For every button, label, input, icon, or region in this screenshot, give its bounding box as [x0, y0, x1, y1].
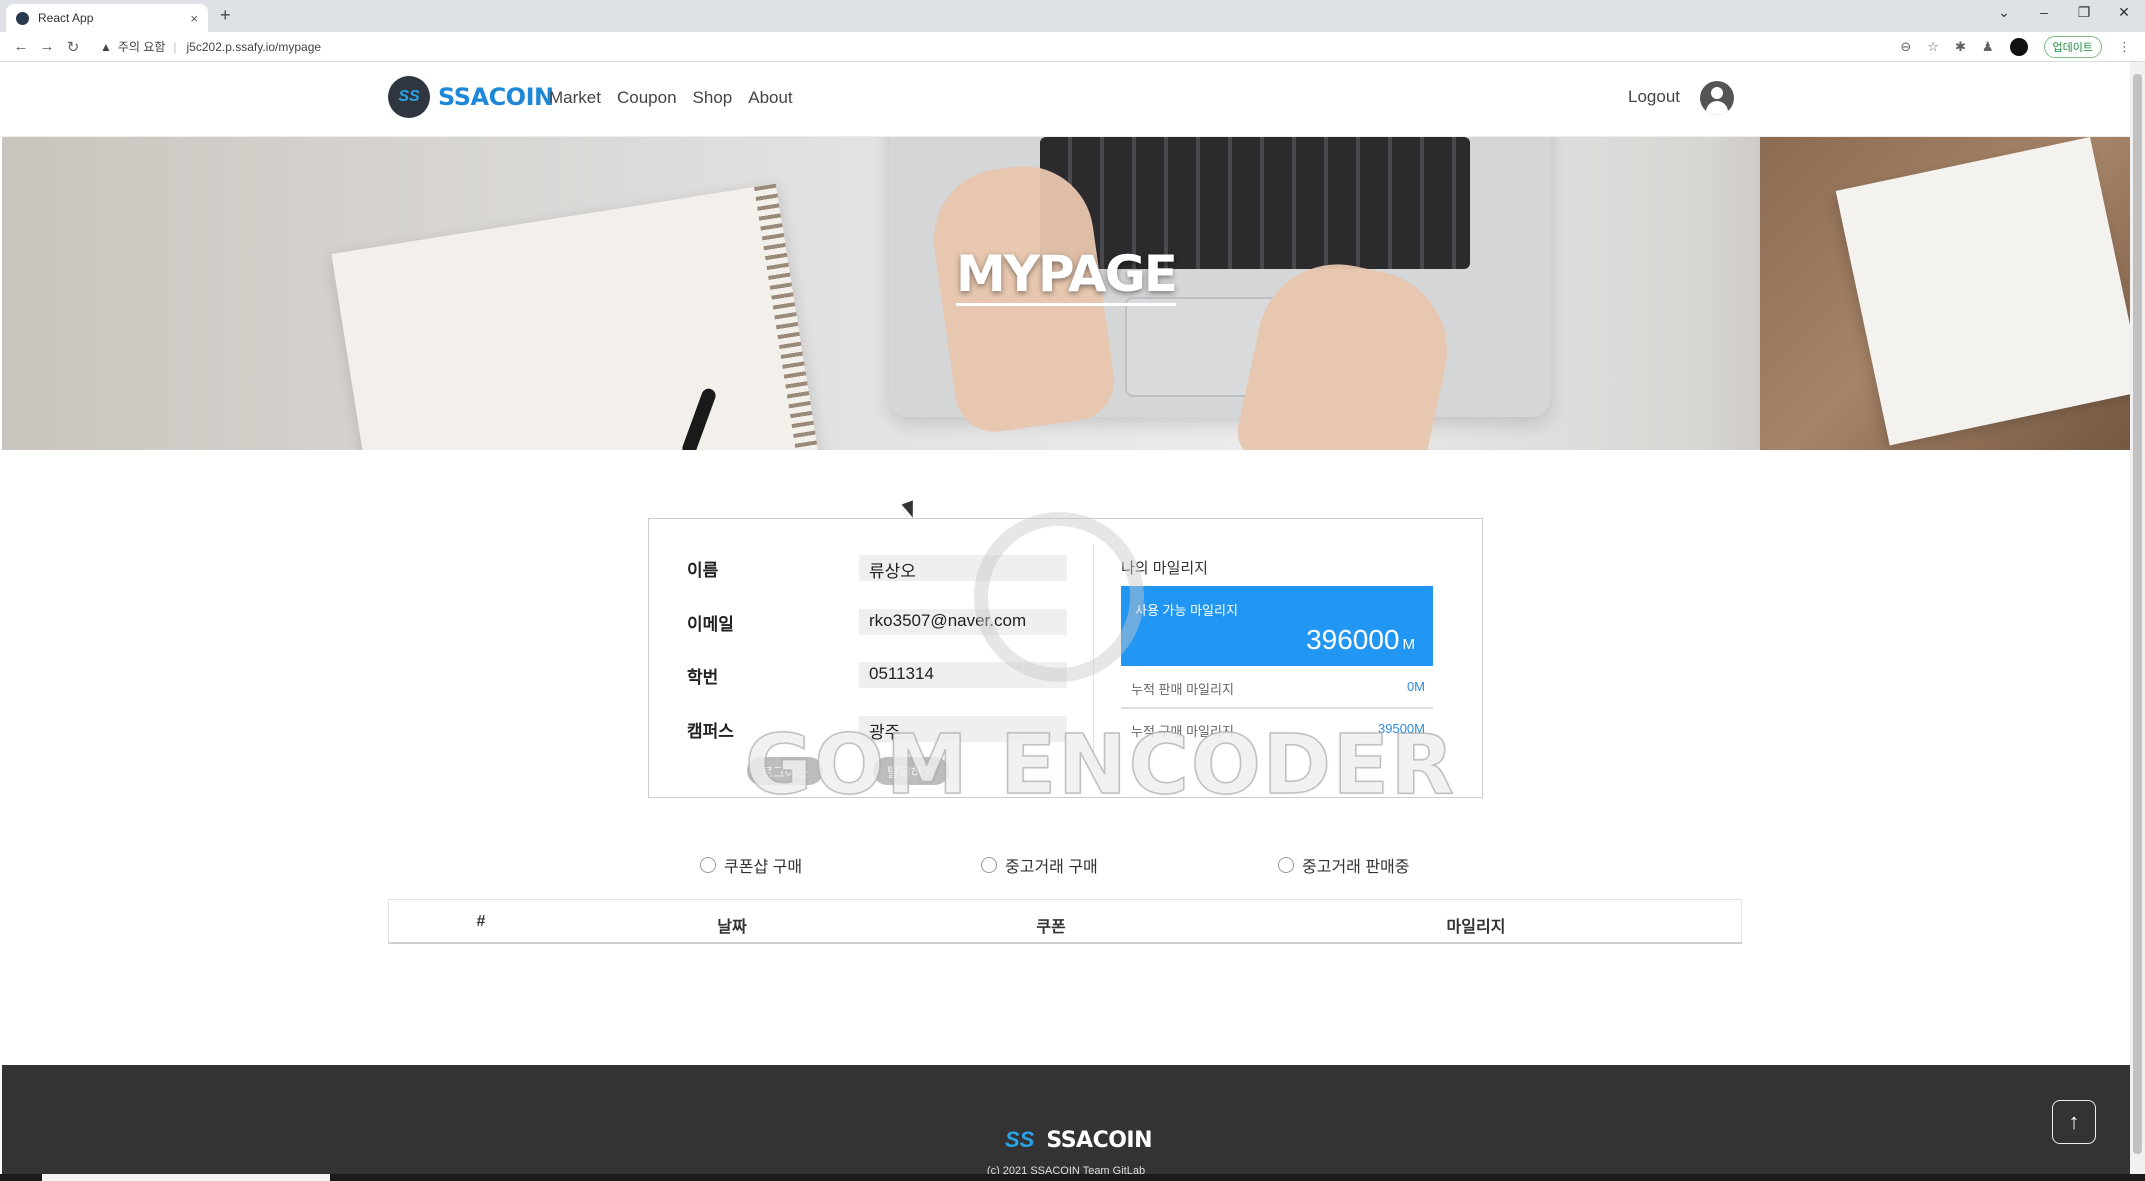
column-header-mileage: 마일리지: [1446, 919, 1506, 936]
main-nav: Market Coupon Shop About: [549, 88, 793, 108]
filter-coupon-shop-purchase[interactable]: 쿠폰샵 구매: [700, 853, 802, 877]
logout-link[interactable]: Logout: [1628, 87, 1680, 107]
taskbar-window: [42, 1174, 330, 1181]
security-warning[interactable]: ▲ 주의 요함: [100, 38, 165, 55]
history-filter: 쿠폰샵 구매 중고거래 구매 중고거래 판매중: [700, 853, 1500, 877]
close-window-icon[interactable]: ✕: [2117, 4, 2131, 21]
watermark-text: GOM ENCODER: [744, 717, 1456, 814]
footer-logo: SS SSACOIN: [1005, 1127, 1153, 1153]
account-icon[interactable]: ♟: [1982, 39, 1994, 55]
nav-about[interactable]: About: [748, 88, 792, 108]
back-icon[interactable]: ←: [8, 38, 34, 55]
window-controls: ⌄ – ❐ ✕: [1997, 4, 2131, 21]
logo-text: SSACOIN: [438, 83, 554, 111]
hero-banner: MYPAGE: [2, 137, 2130, 450]
site-header: SS SSACOIN Market Coupon Shop About Logo…: [0, 62, 2130, 137]
mileage-unit: M: [1402, 636, 1416, 653]
column-header-index: #: [476, 913, 486, 930]
hero-notebook-image: [331, 183, 823, 450]
site-logo[interactable]: SS SSACOIN: [388, 76, 554, 118]
reload-icon[interactable]: ↻: [60, 38, 86, 56]
available-mileage-box: 사용 가능 마일리지 396000 M: [1121, 586, 1433, 666]
mileage-separator: [1121, 707, 1433, 709]
address-bar: ← → ↻ ▲ 주의 요함 | j5c202.p.ssafy.io/mypage…: [0, 32, 2145, 62]
warning-text: 주의 요함: [117, 40, 166, 54]
vertical-scrollbar[interactable]: [2130, 62, 2145, 1181]
update-button[interactable]: 업데이트: [2043, 36, 2102, 58]
available-mileage-value: 396000: [1306, 624, 1400, 655]
nav-coupon[interactable]: Coupon: [617, 88, 677, 108]
scroll-to-top-button[interactable]: ↑: [2052, 1100, 2096, 1144]
history-table: # 날짜 쿠폰 마일리지: [388, 899, 1742, 944]
nav-shop[interactable]: Shop: [693, 88, 733, 108]
user-profile-icon[interactable]: [1700, 81, 1734, 115]
page-title: MYPAGE: [2, 245, 2130, 306]
tab-close-icon[interactable]: ×: [190, 11, 198, 26]
available-mileage-amount: 396000 M: [1306, 624, 1415, 656]
profile-avatar[interactable]: [2009, 38, 2028, 56]
email-label: 이메일: [687, 614, 734, 634]
column-header-coupon: 쿠폰: [1036, 919, 1066, 936]
tab-search-icon[interactable]: ⌄: [1997, 4, 2011, 21]
browser-tabbar: React App × + ⌄ – ❐ ✕: [0, 0, 2145, 32]
logo-badge-icon: SS: [388, 76, 430, 118]
radio-button[interactable]: [700, 857, 716, 873]
forward-icon[interactable]: →: [34, 38, 60, 55]
sold-mileage-row: 누적 판매 마일리지 0M: [1131, 679, 1425, 698]
minimize-icon[interactable]: –: [2037, 4, 2051, 21]
bookmark-star-icon[interactable]: ☆: [1927, 39, 1939, 55]
notebook-rings: [754, 183, 823, 450]
available-mileage-label: 사용 가능 마일리지: [1135, 603, 1238, 618]
zoom-icon[interactable]: ⊖: [1900, 39, 1911, 55]
watermark-reel-icon: [974, 512, 1144, 682]
user-icon-head: [1711, 87, 1723, 99]
filter-used-purchase[interactable]: 중고거래 구매: [981, 853, 1098, 877]
site-footer: SS SSACOIN (c) 2021 SSACOIN Team GitLab: [2, 1065, 2130, 1181]
footer-logo-text: SSACOIN: [1046, 1127, 1153, 1153]
url-separator: |: [173, 39, 177, 54]
tab-title: React App: [38, 11, 94, 25]
column-header-date: 날짜: [717, 919, 747, 936]
toolbar-right: ⊖ ☆ ✱ ♟ 업데이트 ⋮: [1900, 36, 2131, 58]
scrollbar-thumb[interactable]: [2133, 74, 2142, 1154]
restore-icon[interactable]: ❐: [2077, 4, 2091, 21]
sold-mileage-label: 누적 판매 마일리지: [1131, 682, 1234, 697]
sold-mileage-value: 0M: [1406, 679, 1425, 694]
warning-icon: ▲: [100, 39, 112, 54]
name-label: 이름: [687, 560, 719, 580]
radio-button[interactable]: [1278, 857, 1294, 873]
footer-logo-badge-icon: SS: [1005, 1127, 1035, 1152]
extensions-icon[interactable]: ✱: [1955, 39, 1966, 55]
taskbar-strip: [0, 1174, 2145, 1181]
radio-button[interactable]: [981, 857, 997, 873]
mouse-cursor-icon: [901, 500, 919, 520]
url-field[interactable]: j5c202.p.ssafy.io/mypage: [187, 40, 322, 54]
filter-label: 중고거래 판매중: [1302, 859, 1410, 876]
browser-tab[interactable]: React App ×: [6, 4, 208, 32]
student-id-label: 학번: [687, 667, 719, 687]
filter-label: 중고거래 구매: [1005, 859, 1098, 876]
new-tab-button[interactable]: +: [220, 5, 231, 26]
filter-label: 쿠폰샵 구매: [724, 859, 803, 876]
nav-market[interactable]: Market: [549, 88, 601, 108]
user-icon-body: [1706, 101, 1728, 115]
menu-kebab-icon[interactable]: ⋮: [2118, 39, 2131, 55]
page-title-text: MYPAGE: [956, 245, 1178, 306]
filter-used-selling[interactable]: 중고거래 판매중: [1278, 853, 1410, 877]
favicon-icon: [16, 11, 29, 25]
